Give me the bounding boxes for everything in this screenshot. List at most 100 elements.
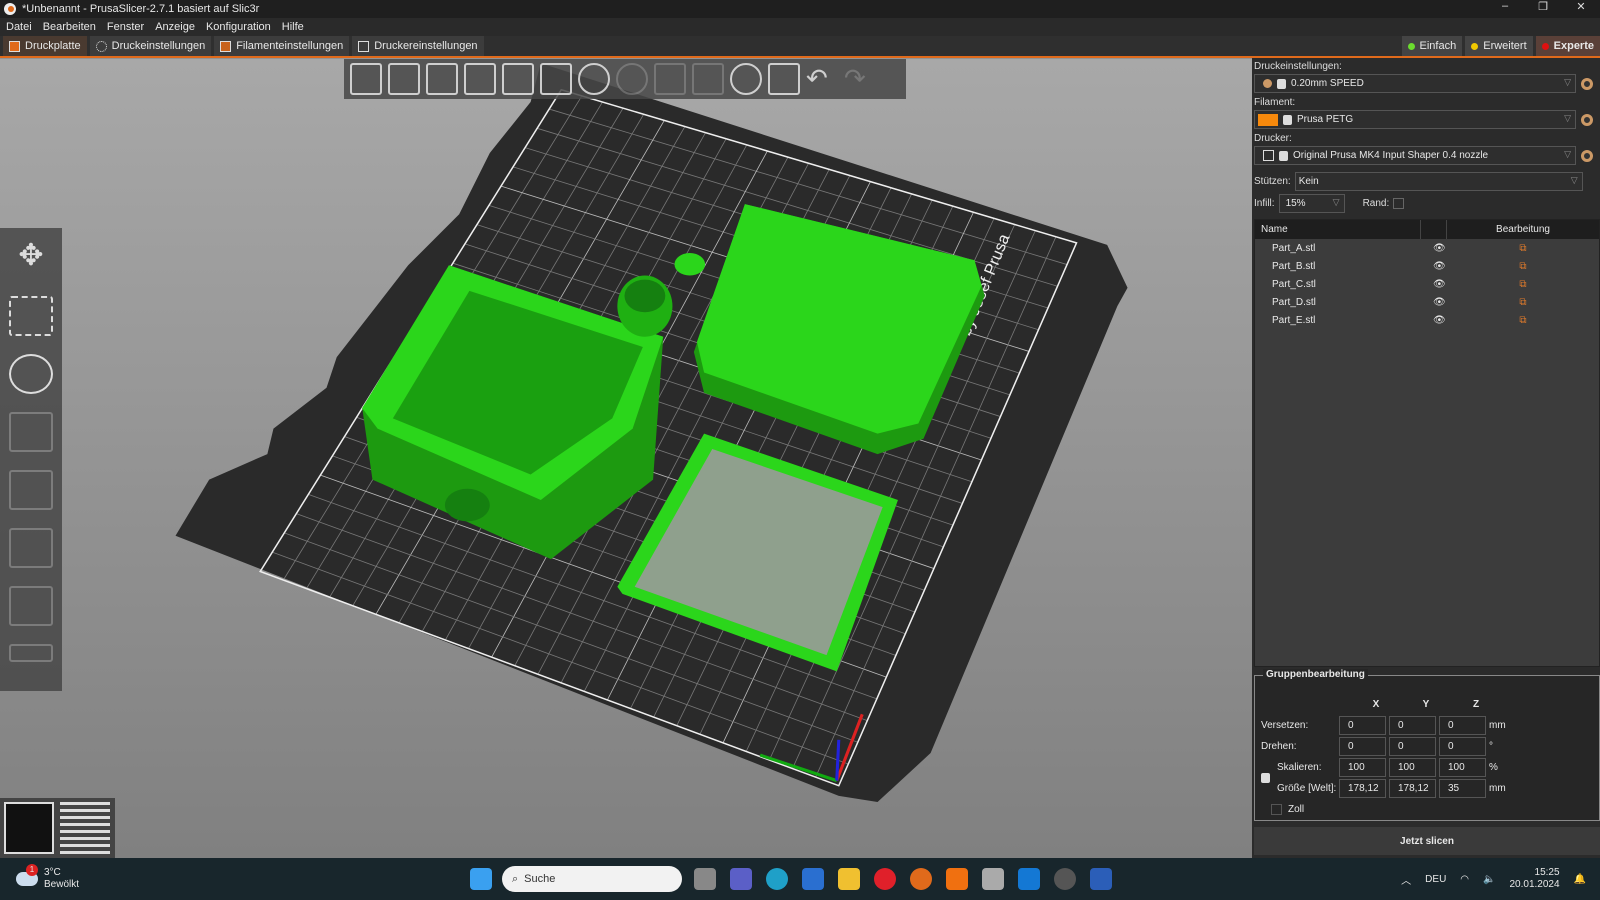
edit-preset-icon[interactable] (1581, 114, 1593, 126)
mode-erweitert[interactable]: Erweitert (1465, 36, 1533, 56)
word-icon[interactable] (1090, 868, 1112, 890)
position-z-input[interactable]: 0 (1439, 716, 1486, 735)
column-edit[interactable]: Bearbeitung (1447, 224, 1599, 235)
edit-preset-icon[interactable] (1581, 78, 1593, 90)
brim-checkbox[interactable] (1393, 198, 1405, 209)
menu-fenster[interactable]: Fenster (107, 21, 144, 33)
app-icon[interactable] (982, 868, 1004, 890)
explorer-icon[interactable] (838, 868, 860, 890)
3d-view-icon[interactable] (4, 802, 54, 854)
eye-icon[interactable]: 👁 (1433, 279, 1447, 290)
menu-datei[interactable]: Datei (6, 21, 32, 33)
seam-paint-icon[interactable] (9, 586, 53, 626)
edit-icon[interactable]: ⧉ (1447, 243, 1599, 254)
part-cylinder[interactable] (617, 275, 673, 337)
search-icon[interactable] (730, 63, 762, 95)
language-indicator[interactable]: DEU (1425, 874, 1446, 885)
position-y-input[interactable]: 0 (1389, 716, 1436, 735)
tab-druckeinstellungen[interactable]: Druckeinstellungen (89, 36, 212, 56)
scale-icon[interactable] (9, 296, 53, 336)
maximize-button[interactable]: ❐ (1524, 0, 1562, 13)
prusaslicer-icon[interactable] (910, 868, 932, 890)
arrange-icon[interactable] (464, 63, 496, 95)
scale-y-input[interactable]: 100 (1389, 758, 1436, 777)
menu-konfiguration[interactable]: Konfiguration (206, 21, 271, 33)
rotation-x-input[interactable]: 0 (1339, 737, 1386, 756)
supports-select[interactable]: Kein ▽ (1294, 172, 1583, 191)
wifi-icon[interactable]: ◠ (1460, 874, 1469, 885)
list-item[interactable]: Part_B.stl 👁 ⧉ (1255, 257, 1599, 275)
lock-icon[interactable] (1261, 772, 1270, 783)
position-x-input[interactable]: 0 (1339, 716, 1386, 735)
column-name[interactable]: Name (1255, 224, 1420, 235)
store-icon[interactable] (802, 868, 824, 890)
mode-experte[interactable]: Experte (1535, 36, 1600, 56)
eye-icon[interactable]: 👁 (1433, 297, 1447, 308)
menu-anzeige[interactable]: Anzeige (155, 21, 195, 33)
teams-icon[interactable] (730, 868, 752, 890)
eye-icon[interactable]: 👁 (1433, 261, 1447, 272)
media-player-icon[interactable] (1054, 868, 1076, 890)
app-icon[interactable] (946, 868, 968, 890)
opera-icon[interactable] (874, 868, 896, 890)
scale-x-input[interactable]: 100 (1339, 758, 1386, 777)
task-view-icon[interactable] (694, 868, 716, 890)
edit-icon[interactable]: ⧉ (1447, 261, 1599, 272)
measure-icon[interactable] (9, 644, 53, 662)
delete-icon[interactable] (388, 63, 420, 95)
paste-icon[interactable] (540, 63, 572, 95)
rotation-z-input[interactable]: 0 (1439, 737, 1486, 756)
tab-druckplatte[interactable]: Druckplatte (3, 36, 87, 56)
list-item[interactable]: Part_A.stl 👁 ⧉ (1255, 239, 1599, 257)
inches-checkbox[interactable] (1271, 804, 1282, 815)
support-paint-icon[interactable] (9, 528, 53, 568)
tab-druckereinstellungen[interactable]: Druckereinstellungen (352, 36, 484, 56)
add-instance-icon[interactable] (578, 63, 610, 95)
edit-icon[interactable]: ⧉ (1447, 297, 1599, 308)
filament-color-swatch[interactable] (1258, 113, 1278, 126)
list-item[interactable]: Part_C.stl 👁 ⧉ (1255, 275, 1599, 293)
rotate-icon[interactable] (9, 354, 53, 394)
printer-select[interactable]: Original Prusa MK4 Input Shaper 0.4 nozz… (1254, 146, 1593, 165)
filament-select[interactable]: Prusa PETG ▽ (1254, 110, 1593, 129)
volume-icon[interactable]: 🔈 (1483, 874, 1495, 885)
size-z-input[interactable]: 35 (1439, 779, 1486, 798)
layers-editing-icon[interactable] (768, 63, 800, 95)
part-disc[interactable] (674, 253, 706, 276)
eye-icon[interactable]: 👁 (1433, 315, 1447, 326)
split-parts-icon[interactable] (692, 63, 724, 95)
minimize-button[interactable]: – (1486, 0, 1524, 13)
menu-bearbeiten[interactable]: Bearbeiten (43, 21, 96, 33)
copy-icon[interactable] (502, 63, 534, 95)
edge-icon[interactable] (766, 868, 788, 890)
mode-einfach[interactable]: Einfach (1401, 36, 1463, 56)
windows-start-icon[interactable] (470, 868, 492, 890)
redo-icon[interactable]: ↷ (844, 63, 876, 95)
move-icon[interactable]: ✥ (9, 238, 53, 278)
edit-icon[interactable]: ⧉ (1447, 279, 1599, 290)
outlook-icon[interactable] (1018, 868, 1040, 890)
delete-all-icon[interactable] (426, 63, 458, 95)
infill-select[interactable]: 15% ▽ (1278, 194, 1345, 213)
place-on-face-icon[interactable] (9, 412, 53, 452)
remove-instance-icon[interactable] (616, 63, 648, 95)
rotation-y-input[interactable]: 0 (1389, 737, 1436, 756)
size-x-input[interactable]: 178,12 (1339, 779, 1386, 798)
scale-z-input[interactable]: 100 (1439, 758, 1486, 777)
size-y-input[interactable]: 178,12 (1389, 779, 1436, 798)
cut-icon[interactable] (9, 470, 53, 510)
undo-icon[interactable]: ↶ (806, 63, 838, 95)
menu-hilfe[interactable]: Hilfe (282, 21, 304, 33)
notification-icon[interactable]: 🔔 (1574, 874, 1586, 885)
split-objects-icon[interactable] (654, 63, 686, 95)
print-settings-select[interactable]: 0.20mm SPEED ▽ (1254, 74, 1593, 93)
weather-widget[interactable]: 1 3°C Bewölkt (0, 864, 470, 891)
clock[interactable]: 15:25 20.01.2024 (1509, 867, 1559, 891)
list-item[interactable]: Part_E.stl 👁 ⧉ (1255, 311, 1599, 329)
slice-now-button[interactable]: Jetzt slicen (1254, 827, 1600, 855)
eye-icon[interactable]: 👁 (1433, 243, 1447, 254)
add-icon[interactable] (350, 63, 382, 95)
close-button[interactable]: ✕ (1562, 0, 1600, 13)
chevron-up-icon[interactable]: ︿ (1401, 872, 1411, 887)
search-box[interactable]: ⌕ Suche (502, 866, 682, 892)
